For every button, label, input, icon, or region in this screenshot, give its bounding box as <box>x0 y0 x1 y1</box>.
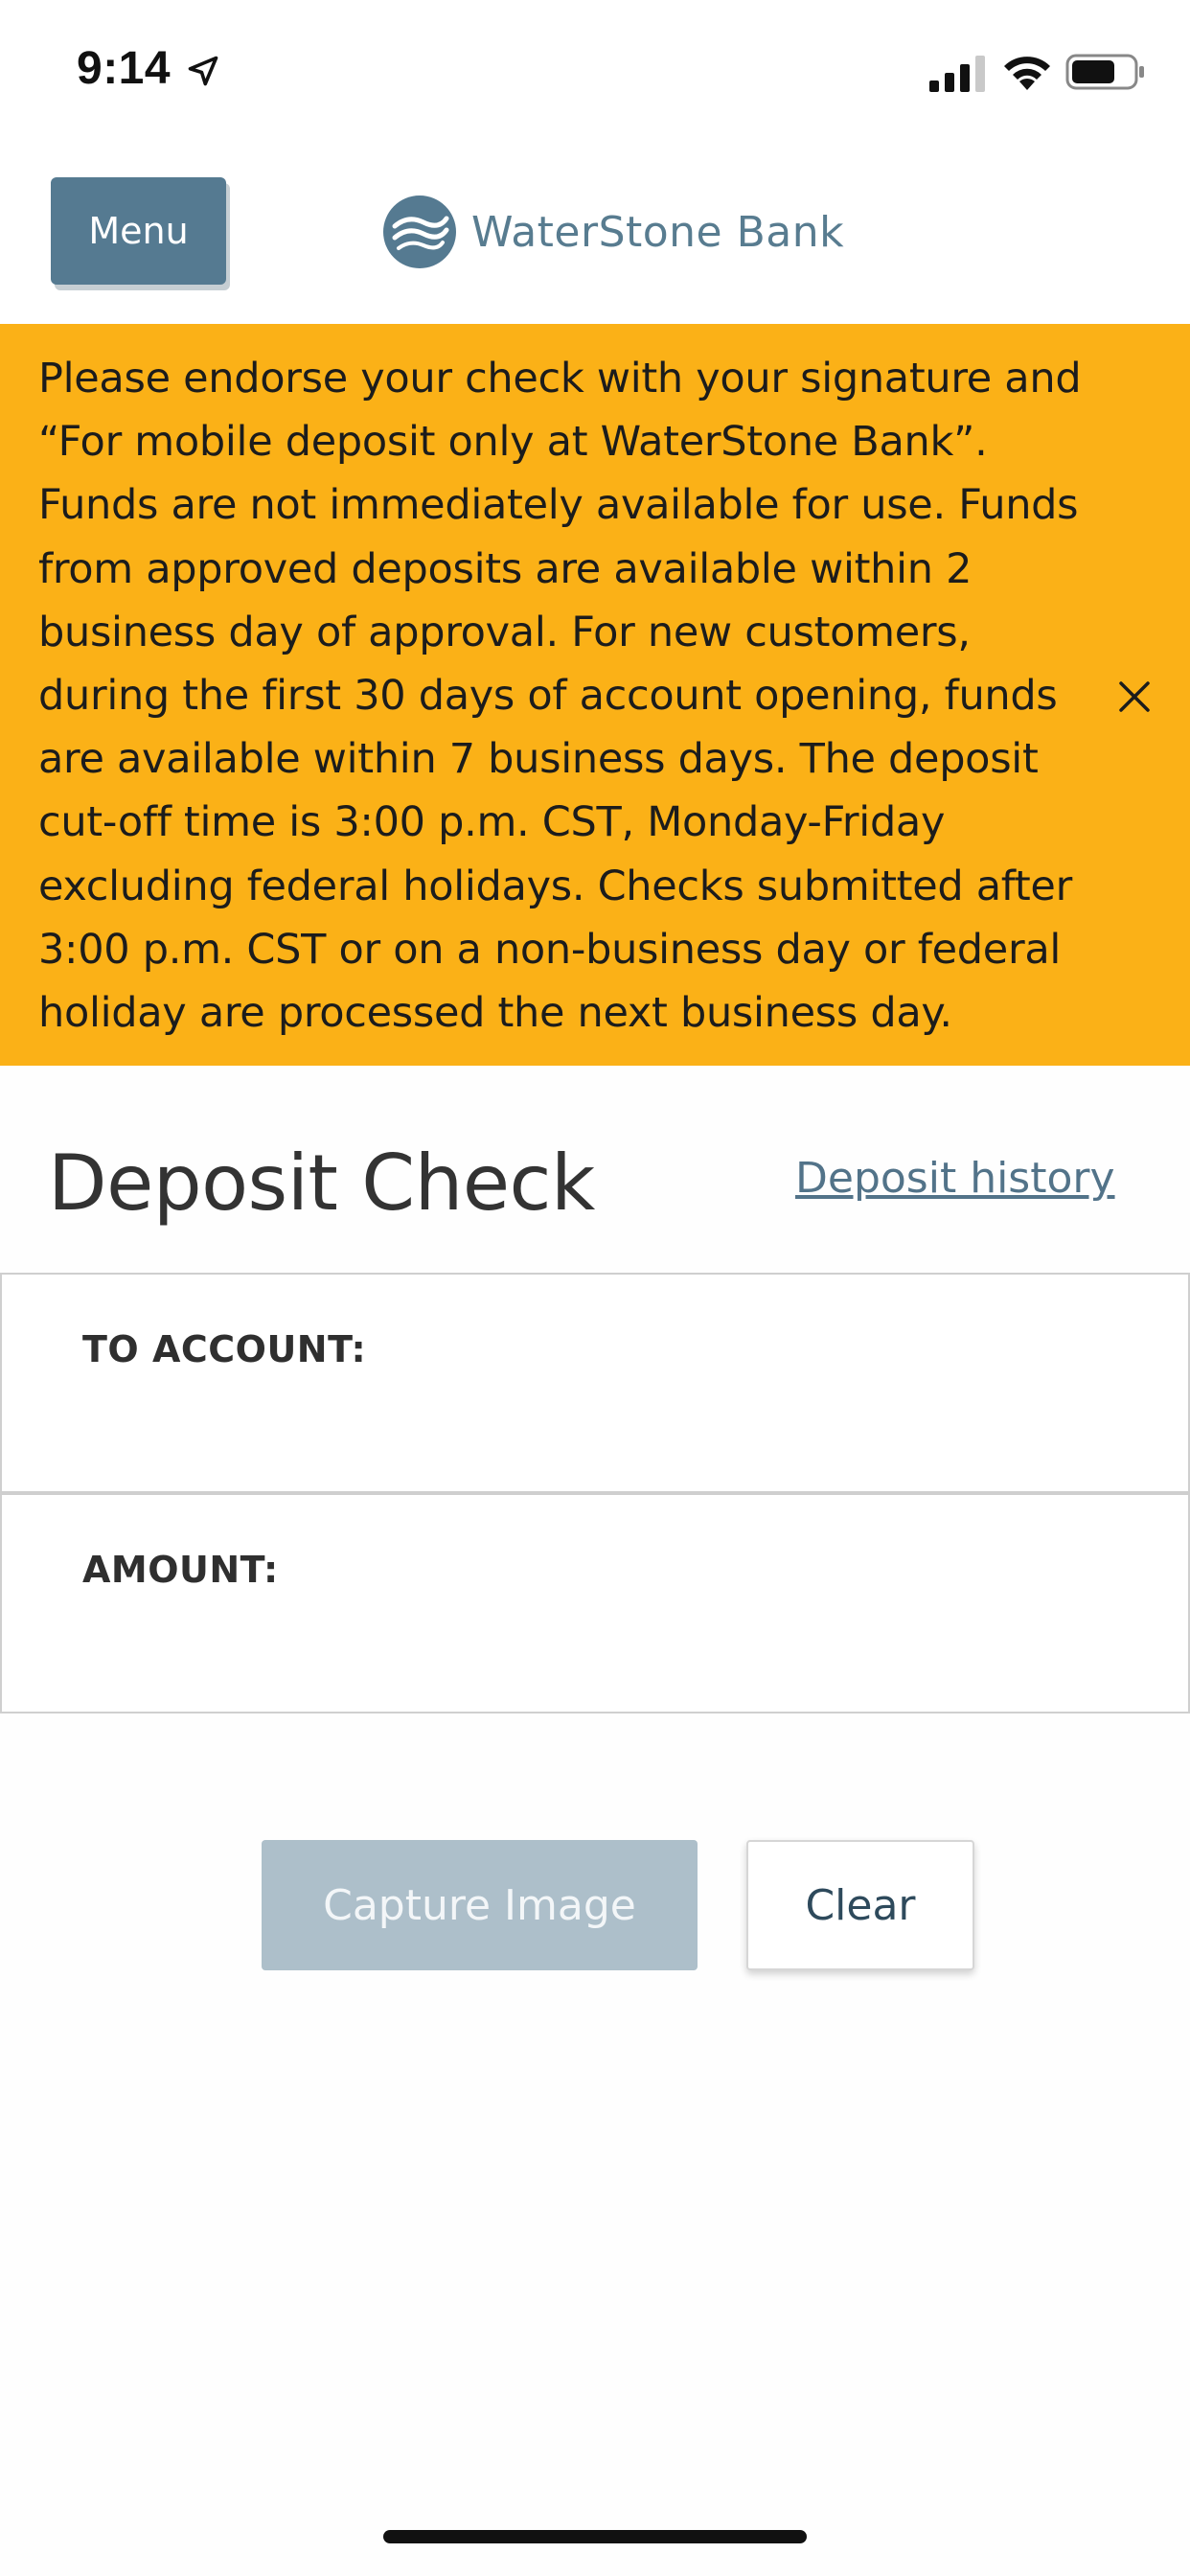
status-bar: 9:14 <box>0 0 1190 144</box>
clear-button[interactable]: Clear <box>746 1840 974 1970</box>
capture-image-button[interactable]: Capture Image <box>262 1840 698 1970</box>
location-arrow-icon <box>188 56 218 86</box>
page-title: Deposit Check <box>48 1138 595 1228</box>
wifi-icon <box>1004 57 1050 90</box>
brand-logo: WaterStone Bank <box>381 194 844 270</box>
amount-field[interactable]: AMOUNT: <box>0 1493 1190 1714</box>
to-account-field[interactable]: TO ACCOUNT: <box>0 1273 1190 1493</box>
amount-label: AMOUNT: <box>82 1549 279 1591</box>
deposit-history-link[interactable]: Deposit history <box>795 1154 1115 1203</box>
notice-text: Please endorse your check with your sign… <box>38 355 1082 1038</box>
home-indicator[interactable] <box>383 2530 807 2543</box>
deposit-check-screen: 9:14 Menu WaterStone Bank Please endorse… <box>0 0 1190 2576</box>
to-account-label: TO ACCOUNT: <box>82 1328 367 1370</box>
endorsement-notice-banner: Please endorse your check with your sign… <box>0 324 1190 1066</box>
app-header: Menu WaterStone Bank <box>0 144 1190 324</box>
battery-icon <box>1065 54 1144 90</box>
close-notice-button[interactable] <box>1111 674 1157 720</box>
close-icon <box>1119 681 1150 712</box>
menu-button[interactable]: Menu <box>51 177 226 285</box>
brand-name: WaterStone Bank <box>471 207 845 257</box>
waterstone-logo-icon <box>383 196 456 268</box>
cellular-signal-icon <box>929 56 985 92</box>
status-time: 9:14 <box>77 43 172 94</box>
